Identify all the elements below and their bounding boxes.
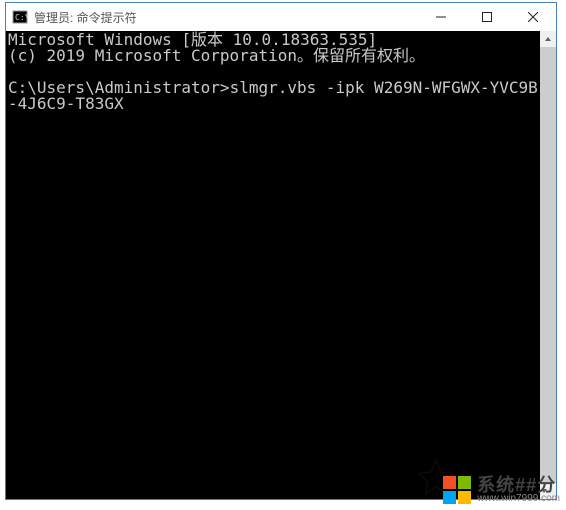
scroll-up-arrow[interactable] <box>540 31 556 47</box>
window-title: 管理员: 命令提示符 <box>34 9 418 26</box>
terminal-output[interactable]: Microsoft Windows [版本 10.0.18363.535] (c… <box>6 31 540 499</box>
output-line: (c) 2019 Microsoft Corporation。保留所有权利。 <box>8 46 425 65</box>
text-cursor <box>124 99 132 113</box>
svg-text:C:\: C:\ <box>15 13 28 22</box>
cmd-window: C:\ 管理员: 命令提示符 Microsoft Windows [版本 10.… <box>5 2 557 500</box>
minimize-button[interactable] <box>418 3 464 31</box>
terminal-area: Microsoft Windows [版本 10.0.18363.535] (c… <box>6 31 556 499</box>
close-button[interactable] <box>510 3 556 31</box>
scroll-thumb[interactable] <box>540 47 556 483</box>
vertical-scrollbar[interactable] <box>540 31 556 499</box>
maximize-button[interactable] <box>464 3 510 31</box>
scroll-track[interactable] <box>540 47 556 483</box>
window-controls <box>418 3 556 31</box>
titlebar[interactable]: C:\ 管理员: 命令提示符 <box>6 3 556 31</box>
scroll-down-arrow[interactable] <box>540 483 548 499</box>
cmd-icon: C:\ <box>12 9 28 25</box>
